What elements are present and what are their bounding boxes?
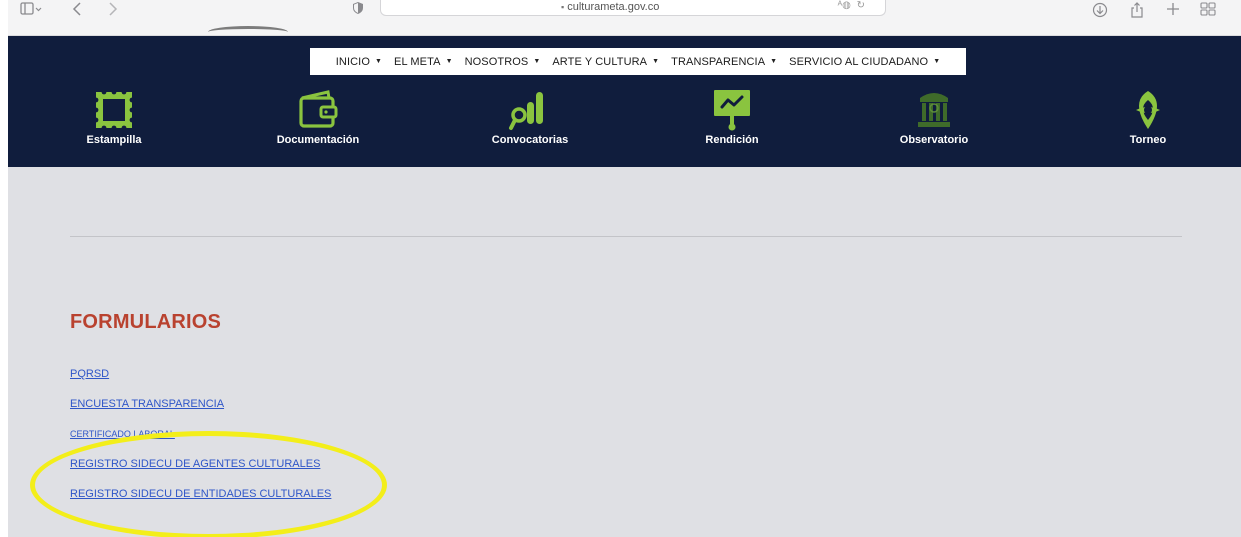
link-certificado-laboral[interactable]: CERTIFICADO LABORAL <box>70 427 331 457</box>
quick-link-label: Torneo <box>1129 134 1167 146</box>
quick-link-torneo[interactable]: Torneo <box>1078 88 1218 146</box>
page-edge <box>0 0 8 537</box>
caret-down-icon: ▼ <box>445 58 453 65</box>
nav-label: INICIO <box>335 55 370 68</box>
nav-arte-y-cultura[interactable]: ARTE Y CULTURA ▼ <box>546 56 665 68</box>
quick-link-label: Rendición <box>705 134 759 146</box>
caret-down-icon: ▼ <box>652 58 660 65</box>
share-icon[interactable] <box>1130 2 1144 22</box>
site-header: INICIO ▼ EL META ▼ NOSOTROS ▼ ARTE Y CULTUR… <box>8 36 1241 167</box>
quick-link-documentacion[interactable]: Documentación <box>248 88 388 146</box>
quick-link-rendicion[interactable]: Rendición <box>662 88 802 146</box>
back-icon[interactable] <box>72 2 82 20</box>
nav-label: TRANSPARENCIA <box>671 55 766 68</box>
forward-icon[interactable] <box>108 2 118 20</box>
url-text: culturameta.gov.co <box>567 1 660 13</box>
presentation-icon <box>662 88 802 132</box>
caret-down-icon: ▼ <box>770 58 778 65</box>
nav-label: SERVICIO AL CIUDADANO <box>789 55 929 68</box>
caret-down-icon: ▼ <box>933 58 941 65</box>
quick-link-label: Estampilla <box>86 134 142 146</box>
main-content: FORMULARIOS PQRSD ENCUESTA TRANSPARENCIA… <box>8 167 1241 537</box>
nav-el-meta[interactable]: EL META ▼ <box>388 56 459 68</box>
nav-nosotros[interactable]: NOSOTROS ▼ <box>459 56 547 68</box>
stamp-icon <box>44 88 184 132</box>
torneo-logo-icon <box>1078 88 1218 132</box>
address-bar[interactable]: ▪ culturameta.gov.co ᴬ◍ ↻ <box>380 0 886 16</box>
browser-toolbar: ▪ culturameta.gov.co ᴬ◍ ↻ <box>8 0 1241 36</box>
nav-label: EL META <box>394 55 441 68</box>
quick-link-label: Observatorio <box>899 134 969 146</box>
lock-icon: ▪ <box>561 2 565 12</box>
download-icon[interactable] <box>1092 2 1108 22</box>
divider <box>70 236 1182 237</box>
nav-transparencia[interactable]: TRANSPARENCIA ▼ <box>665 56 783 68</box>
plus-icon[interactable] <box>1166 2 1180 20</box>
link-pqrsd[interactable]: PQRSD <box>70 367 331 397</box>
building-icon <box>864 88 1004 132</box>
link-registro-entidades-culturales[interactable]: REGISTRO SIDECU DE ENTIDADES CULTURALES <box>70 487 331 517</box>
link-encuesta-transparencia[interactable]: ENCUESTA TRANSPARENCIA <box>70 397 331 427</box>
caret-down-icon: ▼ <box>533 58 541 65</box>
nav-servicio-al-ciudadano[interactable]: SERVICIO AL CIUDADANO ▼ <box>783 56 946 68</box>
quick-links: Estampilla Documentación Convocatorias R… <box>8 88 1241 168</box>
caret-down-icon: ▼ <box>374 58 383 65</box>
reload-icon[interactable]: ↻ <box>857 0 865 11</box>
forms-list: PQRSD ENCUESTA TRANSPARENCIA CERTIFICADO… <box>70 367 331 517</box>
link-registro-agentes-culturales[interactable]: REGISTRO SIDECU DE AGENTES CULTURALES <box>70 457 331 487</box>
wallet-icon <box>248 88 388 132</box>
section-title: FORMULARIOS <box>70 311 222 333</box>
nav-label: ARTE Y CULTURA <box>552 55 648 68</box>
nav-inicio[interactable]: INICIO ▼ <box>330 56 388 68</box>
quick-link-label: Documentación <box>276 134 360 146</box>
shield-icon[interactable] <box>352 1 364 19</box>
main-nav: INICIO ▼ EL META ▼ NOSOTROS ▼ ARTE Y CULTUR… <box>310 48 966 75</box>
tab-overview-icon[interactable] <box>1200 2 1216 20</box>
quick-link-estampilla[interactable]: Estampilla <box>44 88 184 146</box>
translate-icon[interactable]: ᴬ◍ <box>838 0 851 11</box>
search-chart-icon <box>460 88 600 132</box>
quick-link-observatorio[interactable]: Observatorio <box>864 88 1004 146</box>
sidebar-icon[interactable] <box>20 2 42 20</box>
quick-link-convocatorias[interactable]: Convocatorias <box>460 88 600 146</box>
nav-label: NOSOTROS <box>464 55 529 68</box>
quick-link-label: Convocatorias <box>491 134 569 146</box>
